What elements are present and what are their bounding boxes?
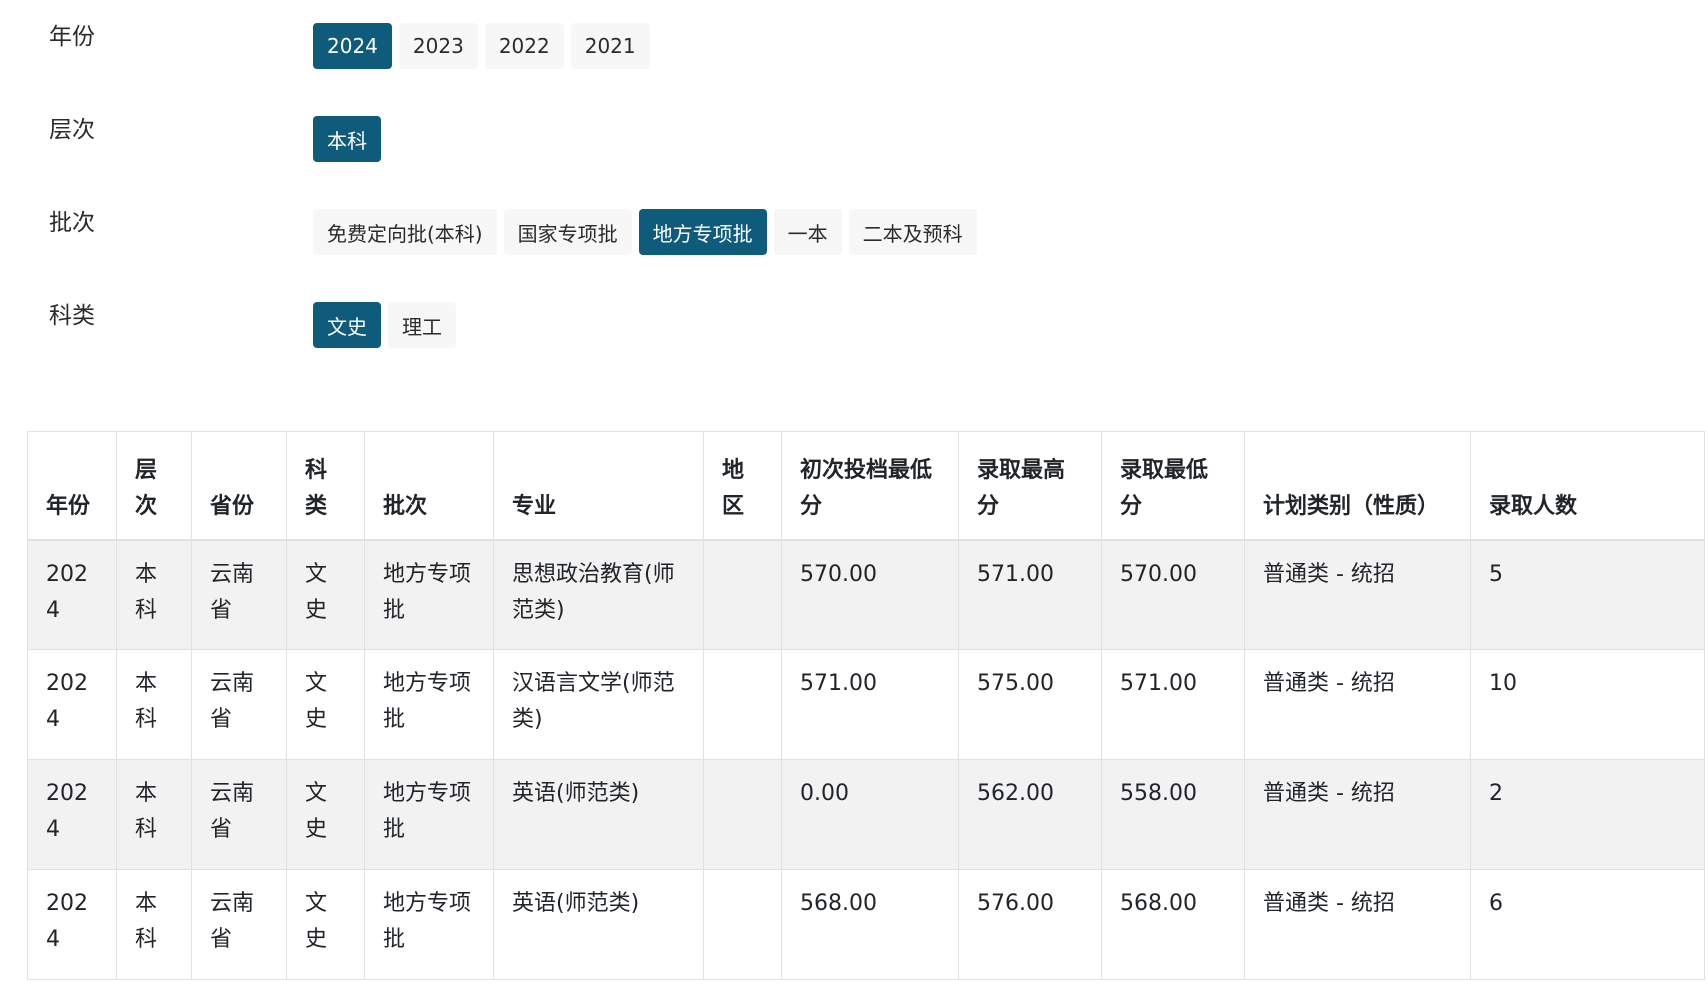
table-header-row: 年份 层次 省份 科类 批次 专业 地区 初次投档最低分 录取最高分 录取最低分… bbox=[27, 431, 1705, 541]
level-option-undergraduate[interactable]: 本科 bbox=[313, 116, 381, 162]
cell-level: 本科 bbox=[116, 869, 192, 980]
header-major: 专业 bbox=[493, 431, 704, 541]
cell-major: 英语(师范类) bbox=[493, 869, 704, 980]
filter-label-level: 层次 bbox=[49, 117, 95, 143]
cell-year: 2024 bbox=[27, 869, 117, 980]
year-option-2022[interactable]: 2022 bbox=[484, 23, 564, 69]
cell-batch: 地方专项批 bbox=[364, 869, 494, 980]
batch-option-national-special[interactable]: 国家专项批 bbox=[503, 209, 632, 255]
header-min-score: 录取最低分 bbox=[1101, 431, 1245, 541]
cell-year: 2024 bbox=[27, 759, 117, 870]
cell-batch: 地方专项批 bbox=[364, 539, 494, 650]
cell-admitted-count: 10 bbox=[1470, 649, 1705, 760]
cell-region bbox=[703, 649, 782, 760]
cell-plan-type: 普通类 - 统招 bbox=[1244, 869, 1471, 980]
header-region: 地区 bbox=[703, 431, 782, 541]
table-row: 2024 本科 云南省 文史 地方专项批 英语(师范类) 568.00 576.… bbox=[27, 869, 1705, 980]
year-option-2023[interactable]: 2023 bbox=[398, 23, 478, 69]
cell-admitted-count: 6 bbox=[1470, 869, 1705, 980]
cell-min-score: 558.00 bbox=[1101, 759, 1245, 870]
header-level: 层次 bbox=[116, 431, 192, 541]
header-admitted-count: 录取人数 bbox=[1470, 431, 1705, 541]
filter-row-category: 科类 文史 理工 bbox=[0, 299, 1708, 348]
cell-province: 云南省 bbox=[191, 759, 287, 870]
cell-first-min-score: 0.00 bbox=[781, 759, 959, 870]
cell-level: 本科 bbox=[116, 649, 192, 760]
batch-option-tier-one[interactable]: 一本 bbox=[773, 209, 842, 255]
cell-province: 云南省 bbox=[191, 649, 287, 760]
cell-province: 云南省 bbox=[191, 869, 287, 980]
cell-first-min-score: 568.00 bbox=[781, 869, 959, 980]
table-row: 2024 本科 云南省 文史 地方专项批 汉语言文学(师范类) 571.00 5… bbox=[27, 649, 1705, 760]
cell-min-score: 568.00 bbox=[1101, 869, 1245, 980]
header-first-min-score: 初次投档最低分 bbox=[781, 431, 959, 541]
filter-label-category: 科类 bbox=[49, 303, 95, 329]
cell-plan-type: 普通类 - 统招 bbox=[1244, 539, 1471, 650]
cell-category: 文史 bbox=[286, 539, 365, 650]
header-year: 年份 bbox=[27, 431, 117, 541]
cell-max-score: 571.00 bbox=[958, 539, 1102, 650]
cell-plan-type: 普通类 - 统招 bbox=[1244, 759, 1471, 870]
cell-region bbox=[703, 869, 782, 980]
cell-major: 汉语言文学(师范类) bbox=[493, 649, 704, 760]
filter-row-year: 年份 2024 2023 2022 2021 bbox=[0, 20, 1708, 69]
cell-major: 思想政治教育(师范类) bbox=[493, 539, 704, 650]
cell-year: 2024 bbox=[27, 539, 117, 650]
cell-level: 本科 bbox=[116, 539, 192, 650]
batch-options: 免费定向批(本科) 国家专项批 地方专项批 一本 二本及预科 bbox=[313, 209, 977, 255]
year-option-2021[interactable]: 2021 bbox=[570, 23, 650, 69]
category-options: 文史 理工 bbox=[313, 302, 456, 348]
cell-min-score: 571.00 bbox=[1101, 649, 1245, 760]
cell-major: 英语(师范类) bbox=[493, 759, 704, 870]
header-max-score: 录取最高分 bbox=[958, 431, 1102, 541]
cell-category: 文史 bbox=[286, 869, 365, 980]
batch-option-tier-two-preparatory[interactable]: 二本及预科 bbox=[848, 209, 977, 255]
header-category: 科类 bbox=[286, 431, 365, 541]
filter-row-level: 层次 本科 bbox=[0, 113, 1708, 162]
filter-row-batch: 批次 免费定向批(本科) 国家专项批 地方专项批 一本 二本及预科 bbox=[0, 206, 1708, 255]
cell-batch: 地方专项批 bbox=[364, 649, 494, 760]
cell-admitted-count: 5 bbox=[1470, 539, 1705, 650]
header-province: 省份 bbox=[191, 431, 287, 541]
year-option-2024[interactable]: 2024 bbox=[313, 23, 392, 69]
cell-max-score: 576.00 bbox=[958, 869, 1102, 980]
year-options: 2024 2023 2022 2021 bbox=[313, 23, 650, 69]
cell-plan-type: 普通类 - 统招 bbox=[1244, 649, 1471, 760]
batch-option-local-special[interactable]: 地方专项批 bbox=[638, 209, 767, 255]
category-option-science[interactable]: 理工 bbox=[388, 302, 456, 348]
filter-label-year: 年份 bbox=[49, 24, 95, 50]
level-options: 本科 bbox=[313, 116, 381, 162]
admission-results-table: 年份 层次 省份 科类 批次 专业 地区 初次投档最低分 录取最高分 录取最低分… bbox=[27, 431, 1705, 980]
cell-region bbox=[703, 539, 782, 650]
cell-first-min-score: 570.00 bbox=[781, 539, 959, 650]
header-batch: 批次 bbox=[364, 431, 494, 541]
cell-province: 云南省 bbox=[191, 539, 287, 650]
category-option-liberal-arts[interactable]: 文史 bbox=[313, 302, 381, 348]
cell-batch: 地方专项批 bbox=[364, 759, 494, 870]
cell-category: 文史 bbox=[286, 649, 365, 760]
cell-min-score: 570.00 bbox=[1101, 539, 1245, 650]
cell-level: 本科 bbox=[116, 759, 192, 870]
cell-region bbox=[703, 759, 782, 870]
header-plan-type: 计划类别（性质） bbox=[1244, 431, 1471, 541]
table-row: 2024 本科 云南省 文史 地方专项批 英语(师范类) 0.00 562.00… bbox=[27, 759, 1705, 870]
cell-year: 2024 bbox=[27, 649, 117, 760]
table-row: 2024 本科 云南省 文史 地方专项批 思想政治教育(师范类) 570.00 … bbox=[27, 539, 1705, 650]
cell-max-score: 562.00 bbox=[958, 759, 1102, 870]
cell-category: 文史 bbox=[286, 759, 365, 870]
filter-label-batch: 批次 bbox=[49, 210, 95, 236]
cell-admitted-count: 2 bbox=[1470, 759, 1705, 870]
cell-first-min-score: 571.00 bbox=[781, 649, 959, 760]
batch-option-free-directed[interactable]: 免费定向批(本科) bbox=[313, 209, 497, 255]
cell-max-score: 575.00 bbox=[958, 649, 1102, 760]
